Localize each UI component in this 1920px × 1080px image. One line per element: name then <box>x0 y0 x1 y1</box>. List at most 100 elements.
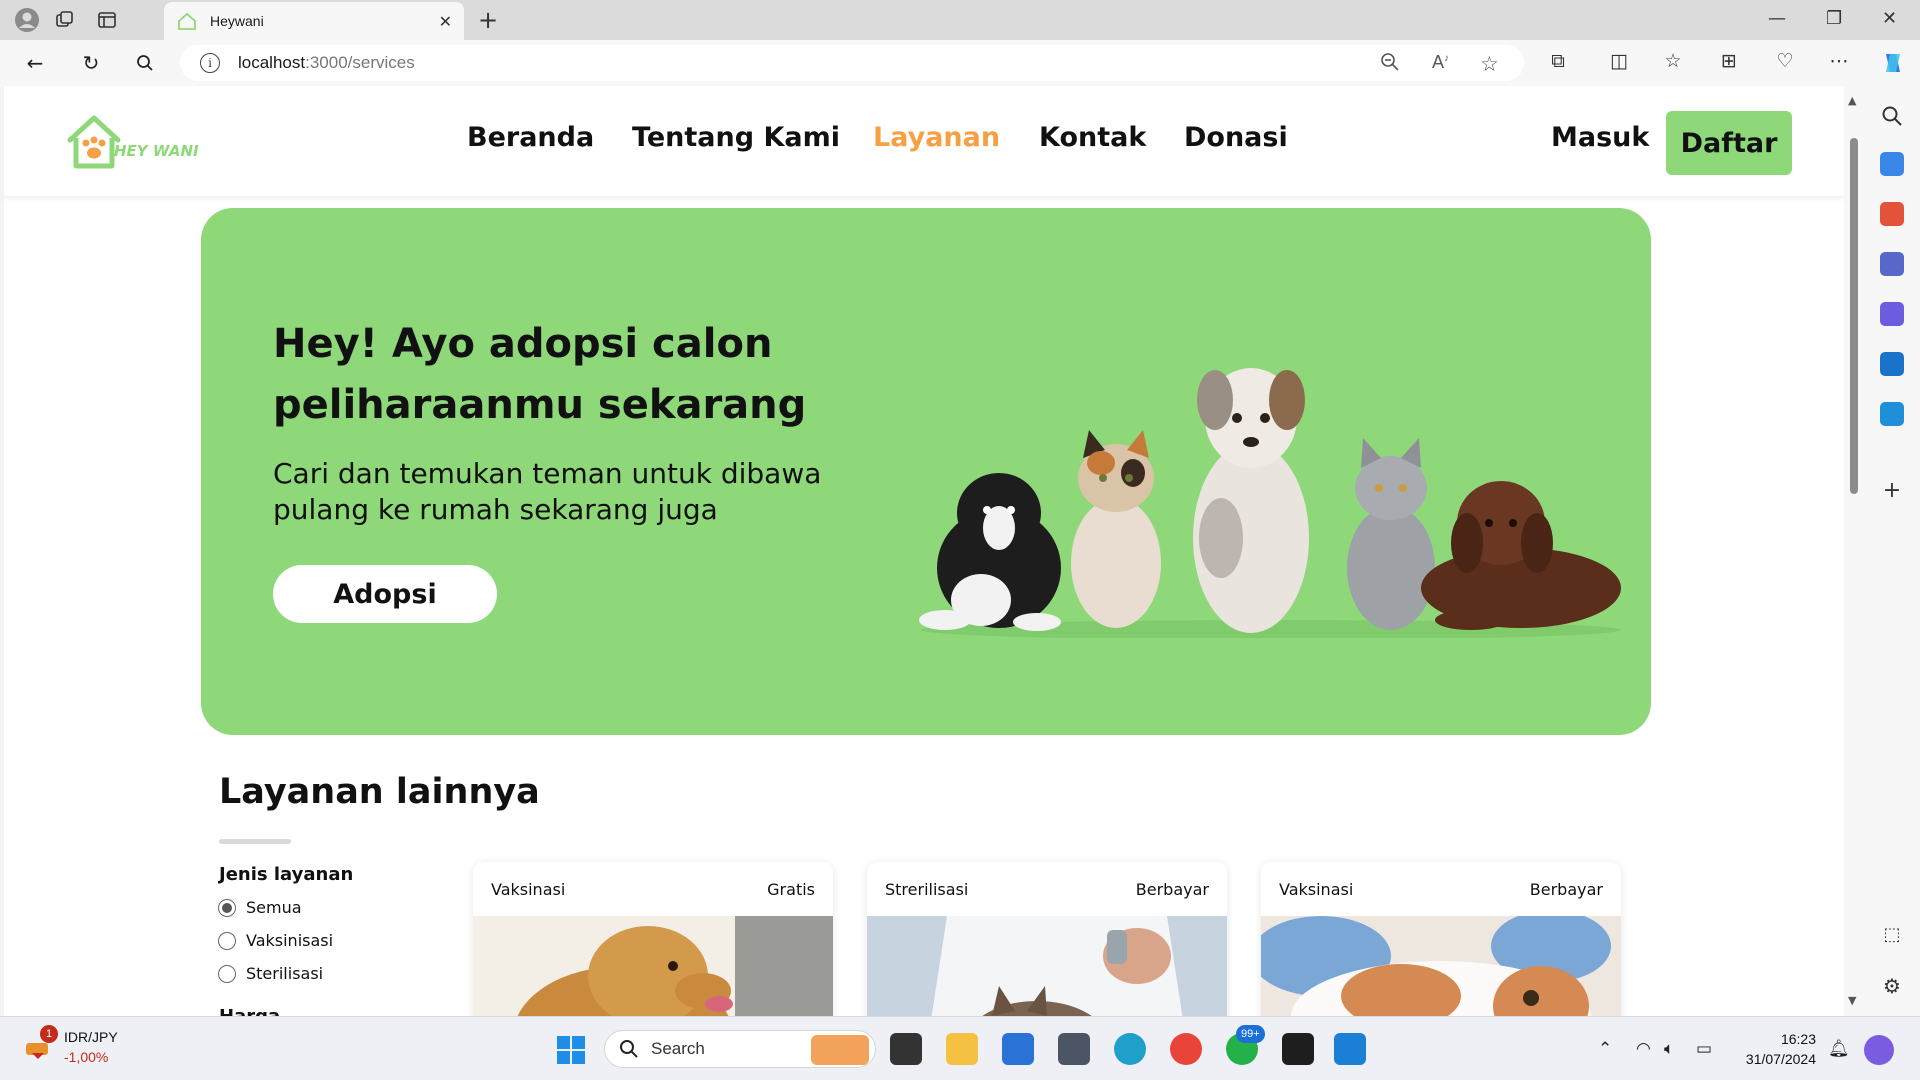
volume-icon[interactable]: 🔈︎ <box>1664 1039 1674 1059</box>
heywani-logo[interactable]: HEY WANI <box>64 110 204 174</box>
stock-badge: 1 <box>40 1025 58 1043</box>
sidebar-shopping-icon[interactable] <box>1880 152 1904 176</box>
sidebar-settings-icon[interactable]: ⚙ <box>1880 974 1904 998</box>
service-type: Vaksinasi <box>491 879 566 899</box>
service-price: Gratis <box>767 879 815 899</box>
clock-time: 16:23 <box>1780 1031 1816 1047</box>
scroll-thumb[interactable] <box>1850 138 1858 494</box>
whatsapp-badge: 99+ <box>1236 1025 1265 1043</box>
sidebar-search-icon[interactable] <box>1880 104 1904 128</box>
copilot-taskbar-icon[interactable] <box>1864 1035 1894 1065</box>
copilot-icon[interactable] <box>1880 50 1906 81</box>
collections-icon[interactable]: ⊞ <box>1716 50 1742 72</box>
sidebar-tools-icon[interactable] <box>1880 202 1904 226</box>
unity-icon[interactable] <box>1058 1033 1090 1065</box>
stock-widget-icon[interactable]: 1 <box>24 1025 58 1061</box>
page-scrollbar[interactable]: ▲ ▼ <box>1844 86 1864 1016</box>
nav-kontak[interactable]: Kontak <box>1039 122 1146 153</box>
section-title: Layanan lainnya <box>219 772 540 812</box>
login-link[interactable]: Masuk <box>1551 122 1649 153</box>
more-menu-icon[interactable]: ⋯ <box>1826 50 1852 72</box>
sidebar-drop-icon[interactable] <box>1880 402 1904 426</box>
taskbar-search-icon <box>620 1040 638 1058</box>
search-highlight-icon <box>811 1035 869 1065</box>
radio-semua[interactable] <box>218 898 236 917</box>
brown-puppy-image <box>1421 481 1621 630</box>
close-window-icon[interactable]: ✕ <box>1882 8 1897 29</box>
sidebar-outlook-icon[interactable] <box>1880 352 1904 376</box>
grey-kitten-image <box>1347 438 1435 630</box>
sidebar-m365-icon[interactable] <box>1880 302 1904 326</box>
vaccination-cat-image <box>1261 916 1621 1016</box>
register-button[interactable]: Daftar <box>1666 111 1792 175</box>
vertical-tabs-icon[interactable] <box>94 7 120 33</box>
radio-vaksinisasi[interactable] <box>218 931 236 950</box>
favorite-star-icon[interactable]: ☆ <box>1480 52 1499 76</box>
tab-heywani[interactable]: Heywani ✕ <box>164 2 464 40</box>
nav-donasi[interactable]: Donasi <box>1184 122 1288 153</box>
sidebar-screenshot-icon[interactable]: ⬚ <box>1880 924 1904 948</box>
taskbar-search[interactable]: Search <box>604 1030 876 1068</box>
minimize-icon[interactable]: — <box>1768 8 1786 29</box>
page-viewport: HEY WANI Beranda Tentang Kami Layanan Ko… <box>4 86 1844 1016</box>
whatsapp-app-icon[interactable]: 99+ <box>1226 1025 1265 1065</box>
url-host: localhost <box>238 53 306 72</box>
hero-banner: Hey! Ayo adopsi calon peliharaanmu sekar… <box>201 208 1651 735</box>
restore-icon[interactable]: ❐ <box>1826 8 1842 29</box>
nav-layanan[interactable]: Layanan <box>873 122 1000 153</box>
site-info-icon[interactable]: i <box>200 53 220 73</box>
new-tab-icon[interactable]: + <box>478 6 498 34</box>
scroll-down-icon[interactable]: ▼ <box>1848 994 1856 1007</box>
workspaces-icon[interactable] <box>52 7 78 33</box>
back-icon[interactable]: ← <box>22 50 48 76</box>
url-path: :3000/services <box>305 53 415 72</box>
filter-option-vaksinisasi[interactable]: Vaksinisasi <box>218 931 333 950</box>
search-icon[interactable] <box>132 50 158 76</box>
address-bar[interactable]: i localhost:3000/services A♪ ☆ <box>180 45 1524 81</box>
terminal-app-icon[interactable] <box>1282 1033 1314 1065</box>
clock-date: 31/07/2024 <box>1745 1051 1816 1067</box>
filter-option-label: Sterilisasi <box>246 964 324 983</box>
browser-essentials-icon[interactable]: ♡ <box>1772 50 1798 72</box>
radio-sterilisasi[interactable] <box>218 964 236 983</box>
adopt-button[interactable]: Adopsi <box>273 565 497 623</box>
store-icon[interactable] <box>1002 1033 1034 1065</box>
edge-app-icon[interactable] <box>1114 1033 1146 1065</box>
section-underline <box>219 839 291 844</box>
windows-start-icon[interactable] <box>556 1035 586 1069</box>
clock[interactable]: 16:23 31/07/2024 <box>1738 1029 1816 1069</box>
wifi-icon[interactable]: ◠ <box>1636 1039 1651 1059</box>
nav-tentang-kami[interactable]: Tentang Kami <box>632 122 840 153</box>
calico-kitten-image <box>1071 430 1161 628</box>
tray-chevron-icon[interactable]: ⌃ <box>1598 1039 1612 1059</box>
notifications-icon[interactable]: 🔔︎ <box>1828 1039 1850 1059</box>
golden-retriever-image <box>473 916 833 1016</box>
nav-beranda[interactable]: Beranda <box>467 122 594 153</box>
split-screen-icon[interactable]: ◫ <box>1606 50 1632 72</box>
scroll-up-icon[interactable]: ▲ <box>1848 94 1856 107</box>
chrome-app-icon[interactable] <box>1170 1033 1202 1065</box>
service-card[interactable]: Strerilisasi Berbayar <box>867 862 1227 1016</box>
service-type: Vaksinasi <box>1279 879 1354 899</box>
vscode-app-icon[interactable] <box>1334 1033 1366 1065</box>
service-card[interactable]: Vaksinasi Gratis <box>473 862 833 1016</box>
service-price: Berbayar <box>1529 879 1603 899</box>
filter-option-label: Vaksinisasi <box>246 931 334 950</box>
read-aloud-icon[interactable]: A♪ <box>1432 52 1449 73</box>
refresh-icon[interactable]: ↻ <box>78 50 104 76</box>
extensions-icon[interactable]: ⧉ <box>1545 50 1571 72</box>
close-tab-icon[interactable]: ✕ <box>439 12 452 31</box>
sidebar-games-icon[interactable] <box>1880 252 1904 276</box>
battery-icon[interactable]: ▭ <box>1696 1039 1712 1059</box>
favorites-icon[interactable]: ☆ <box>1660 50 1686 72</box>
zoom-icon[interactable] <box>1380 52 1400 77</box>
service-card[interactable]: Vaksinasi Berbayar <box>1261 862 1621 1016</box>
taskview-app-icon[interactable] <box>890 1033 922 1065</box>
filter-option-semua[interactable]: Semua <box>218 898 302 917</box>
filter-option-sterilisasi[interactable]: Sterilisasi <box>218 964 323 983</box>
black-puppy-image <box>919 473 1061 631</box>
profile-icon[interactable] <box>14 7 40 33</box>
file-explorer-icon[interactable] <box>946 1033 978 1065</box>
pets-group-image <box>919 368 1621 638</box>
sidebar-add-icon[interactable]: + <box>1880 478 1904 503</box>
